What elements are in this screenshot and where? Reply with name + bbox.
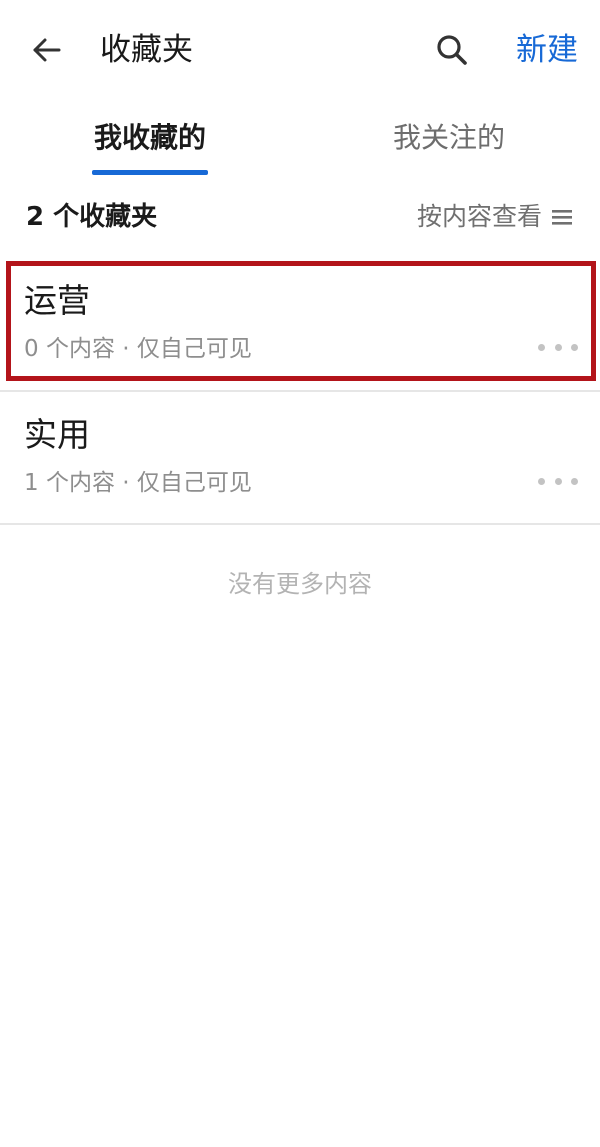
folder-item[interactable]: 运营 0 个内容 · 仅自己可见	[0, 256, 600, 390]
divider	[0, 523, 600, 525]
new-folder-button[interactable]: 新建	[516, 28, 578, 72]
more-dot	[538, 343, 545, 351]
tab-bar: 我收藏的 我关注的	[0, 100, 600, 180]
folder-count: 2 个收藏夹	[26, 202, 158, 232]
tab-my-favorites[interactable]: 我收藏的	[94, 118, 206, 158]
sort-by-content-button[interactable]: 按内容查看	[417, 198, 572, 236]
search-button[interactable]	[428, 26, 476, 74]
sort-label: 按内容查看	[416, 202, 542, 231]
page-title: 收藏夹	[100, 32, 193, 68]
no-more-content-text: 没有更多内容	[228, 570, 372, 598]
summary-bar: 2 个收藏夹 按内容查看	[0, 180, 600, 254]
tab-my-following[interactable]: 我关注的	[393, 118, 505, 158]
more-dot	[554, 343, 562, 351]
arrow-left-icon	[33, 38, 61, 62]
more-dot	[538, 477, 545, 485]
more-options-button[interactable]	[538, 466, 578, 496]
active-tab-indicator	[92, 170, 208, 175]
list-icon	[552, 208, 572, 226]
more-dot	[571, 477, 578, 485]
app-header: 收藏夹 新建	[0, 0, 600, 100]
search-icon	[437, 35, 467, 65]
folder-meta: 1 个内容 · 仅自己可见	[24, 470, 252, 496]
folder-name: 运营	[24, 281, 90, 320]
more-options-button[interactable]	[538, 332, 578, 362]
folder-item[interactable]: 实用 1 个内容 · 仅自己可见	[0, 390, 600, 524]
more-dot	[554, 477, 562, 485]
back-button[interactable]	[22, 26, 70, 74]
folder-name: 实用	[24, 415, 90, 454]
folder-meta: 0 个内容 · 仅自己可见	[24, 336, 252, 362]
more-dot	[571, 343, 578, 351]
